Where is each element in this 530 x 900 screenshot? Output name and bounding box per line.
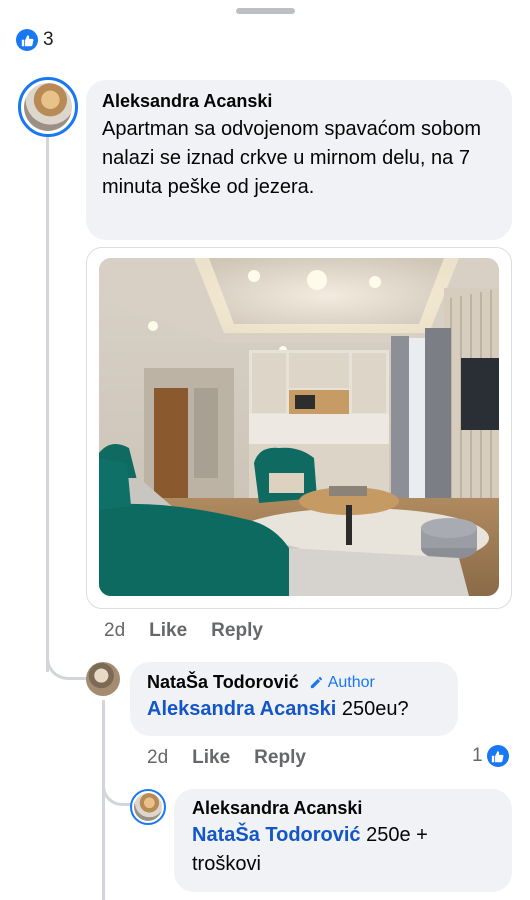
comment-author[interactable]: NataŠa Todorović bbox=[147, 672, 299, 693]
reply-button[interactable]: Reply bbox=[211, 620, 263, 642]
reaction-summary[interactable]: 3 bbox=[16, 29, 54, 51]
comment-text: Apartman sa odvojenom spavaćom sobom nal… bbox=[102, 118, 482, 198]
thread-connector bbox=[46, 640, 86, 680]
sheet-drag-handle[interactable] bbox=[236, 8, 295, 14]
comment-reaction[interactable]: 1 bbox=[472, 745, 509, 767]
comment-bubble[interactable]: Aleksandra Acanski NataŠa Todorović 250e… bbox=[174, 789, 512, 892]
author-badge: Author bbox=[309, 674, 375, 692]
thread-line bbox=[46, 137, 49, 672]
comment-text: 250eu? bbox=[341, 698, 409, 720]
comment-author[interactable]: Aleksandra Acanski bbox=[102, 91, 496, 112]
apartment-photo bbox=[99, 258, 499, 596]
comment-reaction-count: 1 bbox=[472, 745, 483, 766]
avatar-photo bbox=[24, 83, 72, 131]
like-icon bbox=[486, 745, 509, 767]
comment-actions: 2d Like Reply bbox=[147, 747, 330, 769]
like-button[interactable]: Like bbox=[149, 620, 187, 642]
like-button[interactable]: Like bbox=[192, 747, 230, 769]
photo-attachment[interactable] bbox=[86, 247, 512, 609]
comment-timestamp: 2d bbox=[104, 620, 126, 641]
author-badge-label: Author bbox=[327, 673, 375, 691]
avatar[interactable] bbox=[86, 662, 120, 696]
mention-link[interactable]: Aleksandra Acanski bbox=[147, 698, 336, 720]
comment-timestamp: 2d bbox=[147, 747, 169, 768]
mention-link[interactable]: NataŠa Todorović bbox=[192, 824, 361, 846]
comment-author[interactable]: Aleksandra Acanski bbox=[192, 798, 494, 819]
pencil-icon bbox=[310, 676, 322, 689]
comment-actions: 2d Like Reply bbox=[104, 620, 287, 642]
avatar-photo bbox=[134, 793, 162, 821]
reply-button[interactable]: Reply bbox=[254, 747, 306, 769]
comment-bubble[interactable]: NataŠa Todorović Author Aleksandra Acans… bbox=[130, 662, 458, 736]
like-icon bbox=[16, 29, 38, 51]
avatar[interactable] bbox=[18, 77, 78, 137]
comment-bubble[interactable]: Aleksandra Acanski Apartman sa odvojenom… bbox=[86, 80, 512, 240]
reply-thread-line bbox=[102, 700, 105, 900]
avatar[interactable] bbox=[130, 789, 166, 825]
reaction-count: 3 bbox=[43, 29, 54, 50]
